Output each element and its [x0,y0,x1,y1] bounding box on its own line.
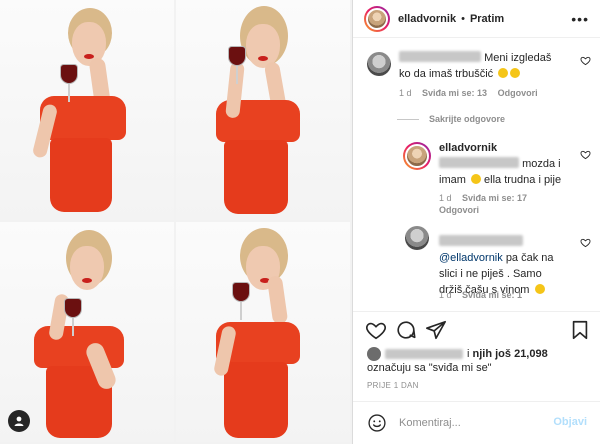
photo-tile-1 [0,0,174,220]
commenter-username-redacted[interactable] [439,235,523,246]
author-avatar-small[interactable] [403,142,431,170]
laugh-emoji-icon [498,68,509,78]
hide-replies-label: Sakrijte odgovore [429,114,506,124]
more-icon[interactable]: ••• [571,11,589,27]
comment-meta-reply: Odgovori [439,205,487,215]
likes-prefix: i [467,348,470,360]
author-avatar[interactable] [364,5,390,32]
add-comment-bar: Objavi [353,401,600,444]
shocked-emoji-icon [470,174,481,184]
comment-time: 1 d [439,290,452,300]
reply-text-part2: ella trudna i pije [484,174,562,186]
share-icon[interactable] [425,319,447,341]
shocked-emoji-icon [510,68,521,78]
comment-likes[interactable]: Sviđa mi se: 13 [422,88,487,98]
post-timestamp: PRIJE 1 DAN [367,381,419,390]
comment-body: @elladvornik pa čak na slici i ne piješ … [439,234,565,298]
replies-divider [397,118,419,120]
reply-button[interactable]: Odgovori [439,205,479,215]
comment-body: elladvornik mozda i imam ella trudna i p… [439,140,565,188]
comment-likes[interactable]: Sviđa mi se: 17 [462,193,527,203]
laugh-emoji-icon [534,284,545,294]
liker-username-redacted[interactable] [385,349,463,359]
reply-button[interactable]: Odgovori [498,88,538,98]
comment-time: 1 d [439,193,452,203]
bookmark-icon[interactable] [569,319,591,341]
post-header: elladvornik • Pratim ••• [353,0,600,38]
commenter-avatar[interactable] [405,226,429,250]
comment-input[interactable] [399,417,539,429]
comment-body: Meni izgledaš ko da imaš trbuščić [399,50,565,82]
mentioned-user-redacted[interactable] [439,157,519,168]
commenter-username-redacted[interactable] [399,51,481,62]
post-comment-button[interactable]: Objavi [553,416,587,428]
liker-avatar [367,347,381,361]
hide-replies-toggle[interactable]: Sakrijte odgovore [397,114,505,124]
mention-link[interactable]: @elladvornik [439,252,503,264]
post-image-collage[interactable] [0,0,352,444]
header-separator: • [461,12,465,25]
author-username[interactable]: elladvornik [398,13,456,25]
comment-icon[interactable] [395,319,417,341]
photo-tile-4 [176,222,350,442]
post-sidebar: elladvornik • Pratim ••• Meni izgledaš k… [352,0,600,444]
smiley-icon[interactable] [367,413,387,433]
comment-meta: 1 d Sviđa mi se: 1 [439,290,530,300]
post-action-bar [353,311,600,351]
comment-time: 1 d [399,88,412,98]
like-comment-heart-icon[interactable] [580,55,591,66]
comment-meta: 1 d Sviđa mi se: 13 Odgovori [399,88,546,98]
follow-button[interactable]: Pratim [470,13,504,25]
heart-icon[interactable] [365,319,387,341]
like-comment-heart-icon[interactable] [580,149,591,160]
likes-count[interactable]: njih još 21,098 [473,348,548,360]
comment-likes[interactable]: Sviđa mi se: 1 [462,290,522,300]
user-tag-icon[interactable] [8,410,30,432]
like-comment-heart-icon[interactable] [580,237,591,248]
likes-suffix: označuju sa "sviđa mi se" [367,362,492,374]
commenter-avatar[interactable] [367,52,391,76]
comment-meta: 1 d Sviđa mi se: 17 [439,193,535,203]
reply-username[interactable]: elladvornik [439,142,497,154]
photo-tile-3 [0,222,174,442]
likes-summary[interactable]: i njih još 21,098 [367,347,548,361]
photo-tile-2 [176,0,350,220]
